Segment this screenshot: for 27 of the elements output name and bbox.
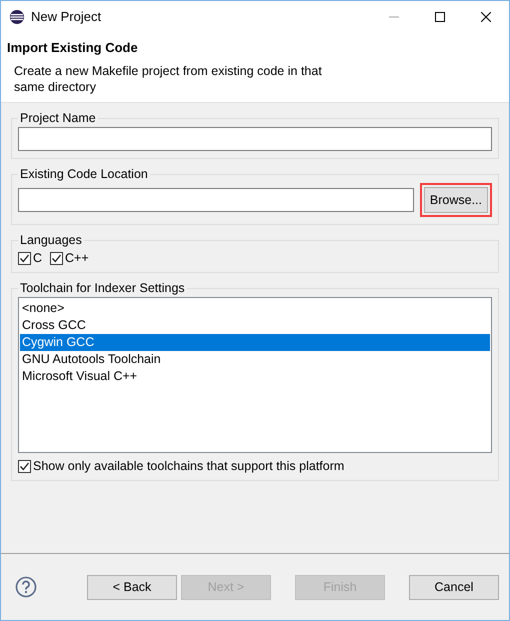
checkbox[interactable] — [18, 460, 31, 472]
page-title: Import Existing Code — [7, 40, 139, 55]
page-description: Create a new Makefile project from existing code in that same directory — [13, 63, 323, 95]
checkbox[interactable] — [50, 252, 64, 264]
list-item[interactable]: Cygwin GCC — [20, 334, 490, 351]
group-label: Languages — [19, 233, 83, 247]
dialog-button[interactable]: < Back — [87, 574, 177, 600]
location-field[interactable] — [18, 188, 414, 212]
close-icon[interactable] — [481, 12, 491, 22]
checkbox-label: C — [33, 251, 42, 265]
checkbox-label: Show only available toolchains that support this platform — [33, 459, 344, 473]
checkbox[interactable] — [18, 252, 31, 264]
list-item[interactable]: GNU Autotools Toolchain — [20, 351, 490, 368]
group-label: Toolchain for Indexer Settings — [19, 281, 186, 295]
project-name-field[interactable] — [18, 127, 492, 151]
list-item[interactable]: Cross GCC — [20, 317, 490, 334]
list-item[interactable]: <none> — [20, 300, 490, 317]
list-item[interactable]: Microsoft Visual C++ — [20, 368, 490, 385]
window-title: New Project — [31, 9, 102, 24]
help-icon[interactable] — [15, 576, 37, 598]
group-label: Project Name — [19, 111, 97, 125]
checkbox-label: C++ — [65, 251, 89, 265]
browse-button[interactable]: Browse... — [424, 187, 488, 213]
group-label: Existing Code Location — [19, 167, 149, 181]
maximize-icon[interactable] — [435, 12, 445, 22]
app-icon — [9, 8, 25, 24]
dialog-button[interactable]: Cancel — [409, 574, 499, 600]
